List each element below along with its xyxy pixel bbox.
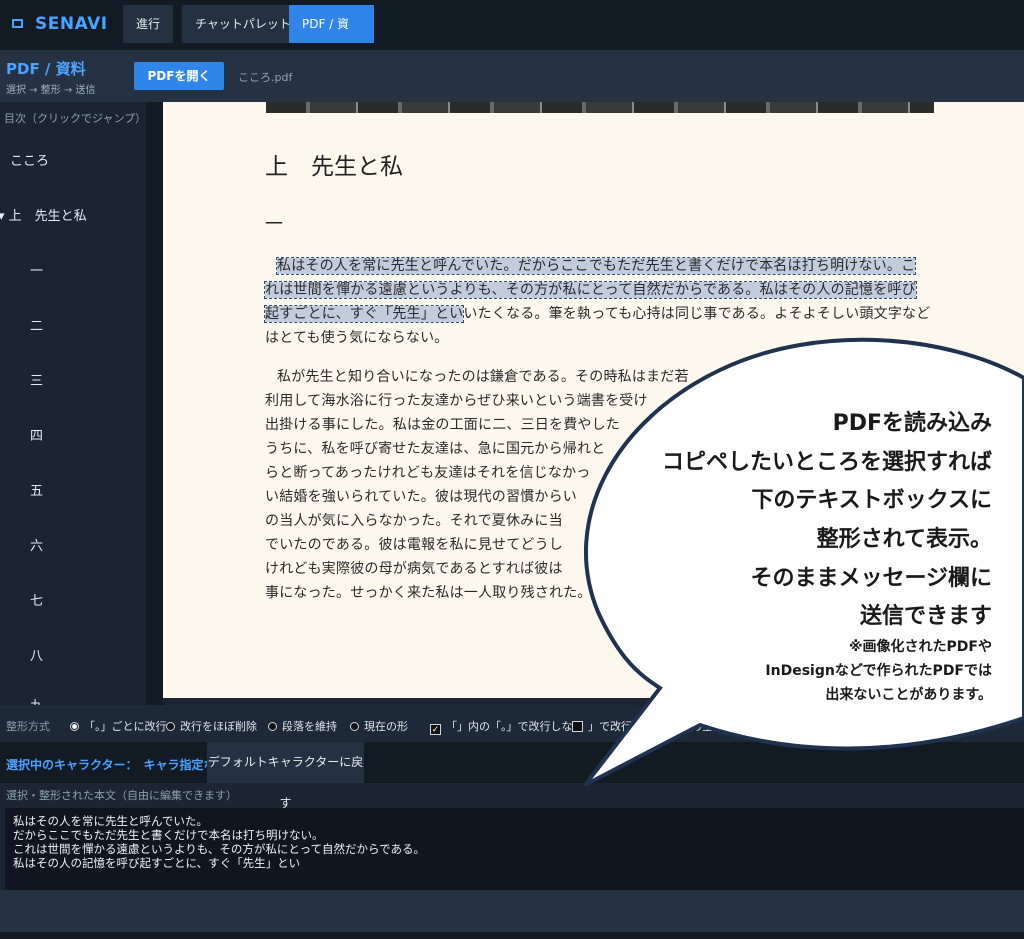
pdf-line[interactable]: 出掛ける事にした。私は金の工面に二、三日を費やした (265, 414, 620, 434)
text-area-label: 選択・整形された本文（自由に編集できます） (6, 789, 237, 802)
pdf-line[interactable]: 私が先生と知り合いになったのは鎌倉である。その時私はまだ若 (265, 366, 689, 386)
tab-chat-palette[interactable]: チャットパレット (182, 5, 304, 43)
pdf-text[interactable]: はとても使う気にならない。 (265, 330, 448, 346)
pdf-line[interactable]: 事になった。せっかく来た私は一人取り残された。 (265, 582, 592, 602)
pdf-line[interactable]: 起すごとに、すぐ「先生」といいたくなる。筆を執っても心持は同じ事である。よそよそ… (263, 303, 930, 323)
pdf-line[interactable]: はとても使う気にならない。 (265, 327, 448, 347)
pdf-text[interactable]: らと断ってあったけれども友達はそれを信じなかっ (265, 465, 590, 481)
pdf-text[interactable]: 私が先生と知り合いになったのは鎌倉である。その時私はまだ若 (277, 369, 689, 385)
callout-line: 下のテキストボックスに (751, 488, 992, 513)
radio-icon (268, 722, 277, 731)
pdf-selected-text[interactable]: 起すごとに、すぐ「先生」とい (263, 305, 465, 323)
selected-character: 選択中のキャラクター： キャラ指定なし (6, 758, 228, 772)
callout-line: そのままメッセージ欄に (750, 566, 992, 591)
pdf-line[interactable]: 私はその人を常に先生と呼んでいた。だからここでもただ先生と書くだけで本名は打ち明… (265, 255, 917, 275)
tab-progress[interactable]: 進行 (123, 5, 174, 43)
top-nav: SENAVI 進行 チャットパレット PDF / 資料 (0, 0, 1024, 69)
toc-item-7[interactable]: 七 (30, 590, 43, 609)
callout-line: コピペしたいところを選択すれば (661, 450, 992, 475)
callout-line: 送信できます (859, 604, 992, 629)
pdf-selected-text[interactable]: れは世間を憚かる遠慮というよりも、その方が私にとって自然だからである。私はその人… (264, 281, 917, 299)
toc-item-8[interactable]: 八 (30, 645, 43, 664)
pdf-header: PDF / 資料 選択 → 整形 → 送信 PDFを開く こころ.pdf (0, 50, 1024, 102)
toc-item-3[interactable]: 三 (30, 370, 43, 389)
pdf-text[interactable]: 事になった。せっかく来た私は一人取り残された。 (265, 585, 592, 601)
pdf-line[interactable]: うちに、私を呼び寄せた友達は、急に国元から帰れと (265, 438, 605, 458)
toc-item-chapter[interactable]: ▾ 上 先生と私 (0, 205, 87, 224)
pdf-text[interactable]: けれども実際彼の母が病気であるとすれば彼は (265, 561, 563, 577)
toc-item-title[interactable]: こころ (10, 150, 49, 169)
radio-remove-newlines[interactable]: 改行をほぼ削除 (166, 718, 257, 734)
check-no-break-in-quotes[interactable]: ✓ 「」内の「。」で改行しない (430, 718, 584, 735)
tab-pdf[interactable]: PDF / 資料 (289, 5, 374, 69)
pdf-text[interactable]: うちに、私を呼び寄せた友達は、急に国元から帰れと (265, 441, 605, 457)
radio-split-period[interactable]: 「。」ごとに改行 (70, 718, 167, 734)
formatted-text-area[interactable]: 私はその人を常に先生と呼んでいた。 だからここでもただ先生と書くだけで本名は打ち… (5, 808, 1024, 890)
reset-character-button[interactable]: デフォルトキャラクターに戻す (207, 742, 364, 810)
pdf-text[interactable]: でいたのである。彼は電報を私に見せてどうし (265, 537, 563, 553)
callout-line: PDFを読み込み (832, 411, 992, 436)
toc-label: 目次（クリックでジャンプ） (4, 112, 146, 125)
callout-note: 出来ないことがあります。 (825, 687, 992, 703)
radio-current-form[interactable]: 現在の形 (350, 718, 408, 734)
toc-item-4[interactable]: 四 (30, 425, 43, 444)
footer-area (0, 890, 1024, 932)
brand-name: SENAVI (35, 14, 108, 34)
pdf-line[interactable]: の当人が気に入らなかった。それで夏休みに当 (265, 510, 563, 530)
checkbox-icon (572, 721, 583, 732)
pdf-line[interactable]: でいたのである。彼は電報を私に見せてどうし (265, 534, 563, 554)
viewer-scrollbar[interactable] (146, 102, 163, 705)
pdf-text[interactable]: い結婚を強いられていた。彼は現代の習慣からい (265, 489, 577, 505)
radio-icon (350, 722, 359, 731)
pdf-text[interactable]: 利用して海水浴に行った友達からぜひ来いという端書を受け (265, 393, 648, 409)
pdf-line[interactable]: れは世間を憚かる遠慮というよりも、その方が私にとって自然だからである。私はその人… (264, 279, 917, 299)
check-break-on-quote[interactable]: 」で改行 (572, 718, 632, 734)
pdf-selected-text[interactable]: 私はその人を常に先生と呼んでいた。だからここでもただ先生と書くだけで本名は打ち明… (275, 257, 917, 275)
radio-icon (70, 722, 79, 731)
pdf-illustration (266, 102, 934, 113)
pdf-text[interactable]: 出掛ける事にした。私は金の工面に二、三日を費やした (265, 417, 620, 433)
character-bar: 選択中のキャラクター： キャラ指定なし デフォルトキャラクターに戻す (0, 742, 1024, 810)
pdf-line[interactable]: 利用して海水浴に行った友達からぜひ来いという端書を受け (265, 390, 648, 410)
radio-icon (166, 722, 175, 731)
pdf-line[interactable]: い結婚を強いられていた。彼は現代の習慣からい (265, 486, 577, 506)
callout-note: InDesignなどで作られたPDFでは (765, 663, 992, 679)
callout-note: ※画像化されたPDFや (848, 639, 992, 655)
toc-item-9[interactable]: 九 (30, 695, 43, 705)
file-name: こころ.pdf (238, 71, 293, 84)
pdf-text[interactable]: いたくなる。筆を執っても心持は同じ事である。よそよそしい頭文字など (463, 306, 930, 322)
radio-keep-paragraphs[interactable]: 段落を維持 (268, 718, 337, 734)
pdf-line[interactable]: らと断ってあったけれども友達はそれを信じなかっ (265, 462, 590, 482)
footer-strip (0, 932, 1024, 939)
open-pdf-button[interactable]: PDFを開く (134, 62, 224, 90)
toc-item-5[interactable]: 五 (30, 480, 43, 499)
pdf-chapter-title: 上 先生と私 (265, 154, 403, 180)
callout-line: 整形されて表示。 (816, 527, 992, 552)
toc-sidebar: 目次（クリックでジャンプ） こころ ▾ 上 先生と私 一 二 三 四 五 六 七… (0, 102, 146, 705)
pdf-line[interactable]: けれども実際彼の母が病気であるとすれば彼は (265, 558, 563, 578)
app-logo-icon (12, 19, 23, 28)
page-title: PDF / 資料 (6, 60, 86, 78)
toc-item-2[interactable]: 二 (30, 315, 43, 334)
checkbox-checked-icon: ✓ (430, 724, 441, 735)
toc-item-6[interactable]: 六 (30, 535, 43, 554)
pdf-section-number: 一 (265, 214, 283, 235)
toc-item-1[interactable]: 一 (30, 260, 43, 279)
workflow-hint: 選択 → 整形 → 送信 (6, 85, 96, 96)
pdf-text[interactable]: の当人が気に入らなかった。それで夏休みに当 (265, 513, 563, 529)
option-cut-label: 間の空白 (680, 720, 724, 733)
format-options: 整形方式 「。」ごとに改行 改行をほぼ削除 段落を維持 現在の形 ✓ 「」内の「。… (0, 705, 1024, 742)
format-label: 整形方式 (6, 720, 50, 733)
brand[interactable]: SENAVI (12, 14, 108, 34)
